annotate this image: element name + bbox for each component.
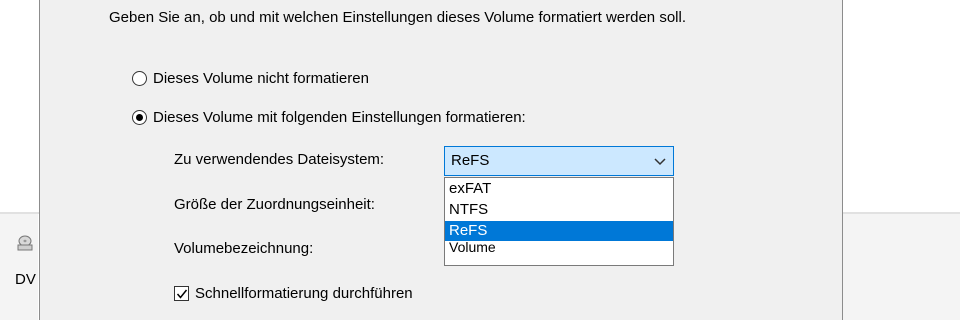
filesystem-value: ReFS: [451, 152, 490, 169]
radio-no-format[interactable]: [132, 71, 147, 86]
quick-format-label[interactable]: Schnellformatierung durchführen: [195, 285, 413, 302]
dropdown-option-ntfs[interactable]: NTFS: [445, 200, 673, 220]
option-format-label[interactable]: Dieses Volume mit folgenden Einstellunge…: [153, 109, 526, 126]
background-left-panel: [0, 214, 38, 320]
allocation-unit-label: Größe der Zuordnungseinheit:: [174, 196, 375, 213]
dropdown-option-refs[interactable]: ReFS: [445, 221, 673, 241]
chevron-down-icon[interactable]: [653, 155, 667, 169]
volume-label-field[interactable]: Volume: [449, 239, 496, 255]
volume-label-label: Volumebezeichnung:: [174, 240, 314, 257]
dropdown-option-exfat[interactable]: exFAT: [445, 179, 673, 199]
quick-format-checkbox[interactable]: [174, 286, 189, 301]
quick-format-option[interactable]: Schnellformatierung durchführen: [174, 285, 413, 302]
drive-label[interactable]: DV: [15, 271, 36, 288]
background-right-panel: [842, 214, 960, 320]
dialog-description: Geben Sie an, ob und mit welchen Einstel…: [109, 9, 686, 26]
option-format[interactable]: Dieses Volume mit folgenden Einstellunge…: [132, 109, 526, 126]
option-no-format-label[interactable]: Dieses Volume nicht formatieren: [153, 70, 369, 87]
filesystem-label: Zu verwendendes Dateisystem:: [174, 151, 385, 168]
format-partition-dialog: Geben Sie an, ob und mit welchen Einstel…: [39, 0, 843, 320]
dvd-drive-icon[interactable]: [16, 234, 34, 252]
filesystem-combobox[interactable]: ReFS: [444, 146, 674, 176]
filesystem-dropdown-list: Volume exFAT NTFS ReFS: [444, 177, 674, 266]
option-no-format[interactable]: Dieses Volume nicht formatieren: [132, 70, 369, 87]
radio-format[interactable]: [132, 110, 147, 125]
